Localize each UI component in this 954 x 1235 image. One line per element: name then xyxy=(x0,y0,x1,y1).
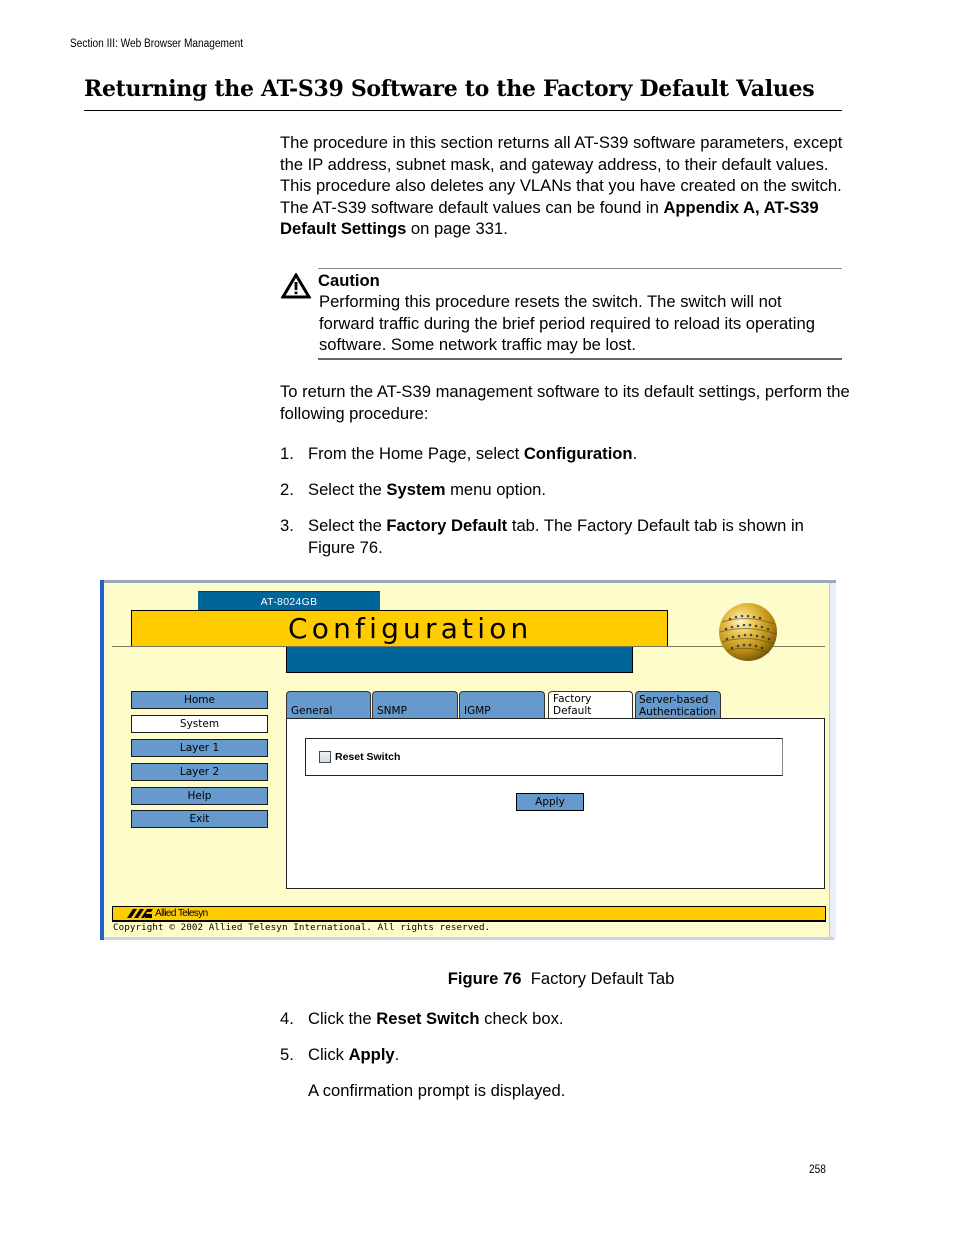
nav-layer2-button[interactable]: Layer 2 xyxy=(131,763,268,781)
step-5-note: A confirmation prompt is displayed. xyxy=(308,1081,566,1100)
running-head: Section III: Web Browser Management xyxy=(70,38,244,50)
figure-label: Figure 76 xyxy=(447,969,522,988)
warning-triangle-icon xyxy=(281,273,311,299)
step-number: 1. xyxy=(280,444,294,463)
tab-label: Server-based Authentication xyxy=(639,694,717,718)
allied-telesyn-mark-icon xyxy=(127,909,153,918)
step-number: 4. xyxy=(280,1009,294,1028)
caution-rule-top xyxy=(318,268,842,269)
procedure-intro: To return the AT-S39 management software… xyxy=(280,382,850,423)
tab-general[interactable]: General xyxy=(286,691,371,718)
window-left-border xyxy=(100,580,104,940)
section-title: Returning the AT-S39 Software to the Fac… xyxy=(84,76,815,102)
step-number: 5. xyxy=(280,1045,294,1064)
apply-button[interactable]: Apply xyxy=(516,793,584,811)
intro-text-end: on page 331. xyxy=(406,219,508,239)
footer-bar: Allied Telesyn xyxy=(112,906,826,922)
tab-label: SNMP xyxy=(377,705,407,717)
model-label: AT-8024GB xyxy=(198,591,380,611)
factory-default-panel: Reset Switch Apply xyxy=(286,718,825,889)
reset-switch-label[interactable]: Reset Switch xyxy=(335,751,400,763)
tab-server-based-authentication[interactable]: Server-based Authentication xyxy=(635,691,721,718)
caution-text: Performing this procedure resets the swi… xyxy=(319,292,815,355)
window-top-border xyxy=(100,580,836,583)
step-number: 2. xyxy=(280,480,294,499)
figure-caption: Figure 76 Factory Default Tab xyxy=(0,968,954,990)
caution-rule-bottom xyxy=(318,358,842,360)
caution-title: Caution xyxy=(318,271,380,290)
reset-fieldset: Reset Switch xyxy=(305,738,783,776)
figure-title: Factory Default Tab xyxy=(530,969,675,988)
allied-telesyn-logo: Allied Telesyn xyxy=(127,907,208,920)
config-banner: Configuration xyxy=(131,610,668,647)
globe-icon xyxy=(719,603,777,661)
figure-screenshot: AT-8024GB Configuration Home System Laye… xyxy=(100,580,836,940)
step-text: Select the Factory Default tab. The Fact… xyxy=(308,516,804,557)
reset-switch-checkbox[interactable] xyxy=(319,751,331,763)
step-text: Click Apply. xyxy=(308,1045,400,1064)
header-blue-bar xyxy=(286,647,633,673)
copyright-text: Copyright © 2002 Allied Telesyn Internat… xyxy=(113,922,491,933)
intro-paragraph: The procedure in this section returns al… xyxy=(280,132,850,240)
step-text: Click the Reset Switch check box. xyxy=(308,1009,564,1028)
tab-snmp[interactable]: SNMP xyxy=(372,691,458,718)
tab-igmp[interactable]: IGMP xyxy=(459,691,545,718)
nav-layer1-button[interactable]: Layer 1 xyxy=(131,739,268,757)
nav-help-button[interactable]: Help xyxy=(131,787,268,805)
step-text: From the Home Page, select Configuration… xyxy=(308,444,638,463)
page-number: 258 xyxy=(809,1164,826,1176)
tab-factory-default[interactable]: Factory Default xyxy=(548,691,633,719)
step-number: 3. xyxy=(280,516,294,535)
nav-system-button[interactable]: System xyxy=(131,715,268,733)
tab-label: IGMP xyxy=(464,705,491,717)
brand-name: Allied Telesyn xyxy=(155,908,208,919)
vertical-scrollbar[interactable] xyxy=(829,583,836,939)
horizontal-scrollbar[interactable] xyxy=(104,937,834,940)
title-rule xyxy=(84,110,842,111)
nav-home-button[interactable]: Home xyxy=(131,691,268,709)
tab-label: General xyxy=(291,705,333,717)
nav-exit-button[interactable]: Exit xyxy=(131,810,268,828)
tab-label: Factory Default xyxy=(553,693,592,717)
step-text: Select the System menu option. xyxy=(308,480,547,499)
config-title: Configuration xyxy=(288,612,533,645)
